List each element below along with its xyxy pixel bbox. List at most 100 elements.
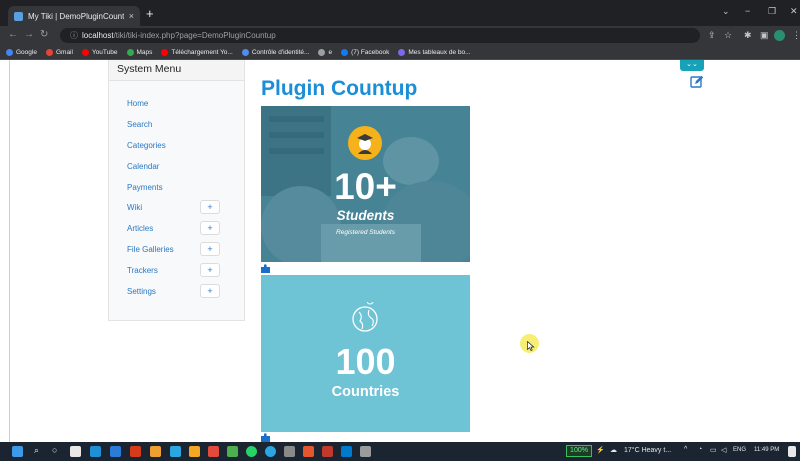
side-panel-icon[interactable]: ▣ (760, 29, 769, 41)
browser-menu-icon[interactable]: ⋮ (792, 29, 800, 41)
graduate-icon (348, 126, 382, 160)
forward-arrow-icon[interactable]: → (24, 29, 34, 41)
bookmark-controle[interactable]: Contrôle d'identité... (241, 48, 309, 56)
facebook-icon (341, 48, 349, 56)
expand-articles-button[interactable]: + (200, 221, 220, 236)
site-info-icon[interactable]: ⓘ (70, 30, 78, 41)
edge-icon[interactable] (90, 446, 101, 457)
address-bar[interactable]: ⓘ localhost/tiki/tiki-index.php?page=Dem… (60, 28, 700, 43)
menu-item-wiki[interactable]: Wiki + (109, 197, 244, 218)
plugin-puzzle-icon[interactable] (260, 433, 272, 442)
countup-card-countries: 100 Countries (261, 275, 470, 432)
students-label: Students (336, 208, 395, 223)
bookmark-youtube[interactable]: YouTube (81, 48, 118, 56)
menu-item-articles[interactable]: Articles + (109, 218, 244, 239)
expand-settings-button[interactable]: + (200, 284, 220, 299)
bookmark-e[interactable]: e (318, 48, 332, 56)
telegram-icon[interactable] (265, 446, 276, 457)
expand-file-galleries-button[interactable]: + (200, 242, 220, 257)
new-tab-button[interactable]: + (146, 7, 154, 21)
maximize-button[interactable]: ❐ (768, 6, 776, 17)
browser-tab-strip: My Tiki | DemoPluginCountup × + ⌄ − ❐ ✕ (0, 0, 800, 26)
url-path: /tiki/tiki-index.php?page=DemoPluginCoun… (113, 31, 276, 40)
store-icon[interactable] (170, 446, 181, 457)
extensions-icon[interactable]: ✱ (744, 29, 752, 41)
back-arrow-icon[interactable]: ← (8, 29, 18, 41)
network-icon[interactable]: ◔ (698, 446, 702, 453)
students-sublabel: Registered Students (336, 229, 395, 236)
bookmarks-bar: Google Gmail YouTube Maps Téléchargement… (0, 45, 800, 60)
menu-item-trackers[interactable]: Trackers + (109, 260, 244, 281)
menu-item-settings[interactable]: Settings + (109, 281, 244, 302)
vscode-icon[interactable] (341, 446, 352, 457)
bookmark-gmail[interactable]: Gmail (45, 48, 73, 56)
close-window-button[interactable]: ✕ (790, 6, 798, 17)
globe-icon (352, 302, 378, 332)
profile-avatar[interactable] (774, 30, 785, 41)
menu-item-home[interactable]: Home (109, 93, 244, 114)
menu-item-search[interactable]: Search (109, 114, 244, 135)
clickup-icon (398, 48, 406, 56)
minimize-button[interactable]: − (745, 6, 750, 16)
tiki-favicon-icon (14, 11, 23, 21)
bookmark-facebook[interactable]: (7) Facebook (341, 48, 389, 56)
battery-indicator[interactable]: 100% (566, 445, 592, 457)
app-icon[interactable] (208, 446, 219, 457)
gmail-icon (45, 48, 53, 56)
tab-search-icon[interactable]: ⌄ (722, 6, 730, 17)
bookmark-star-icon[interactable]: ☆ (724, 29, 732, 41)
file-explorer-icon[interactable] (150, 446, 161, 457)
browser-tab[interactable]: My Tiki | DemoPluginCountup × (8, 6, 140, 26)
app-icon[interactable] (303, 446, 314, 457)
whatsapp-icon[interactable] (246, 446, 257, 457)
task-view-icon[interactable] (70, 446, 81, 457)
system-menu: System Menu Home Search Categories Calen… (108, 60, 245, 321)
weather-text[interactable]: 17°C Heavy t... (624, 447, 671, 454)
display-icon[interactable]: ▭ (710, 446, 717, 454)
bookmark-tableaux[interactable]: Mes tableaux de bo... (398, 48, 471, 56)
power-icon[interactable]: ⚡ (596, 446, 605, 454)
notifications-icon[interactable] (788, 446, 796, 457)
weather-icon[interactable]: ☁ (610, 446, 617, 454)
windows-start-icon[interactable] (12, 446, 23, 457)
bookmark-google[interactable]: Google (6, 48, 37, 56)
clock[interactable]: 11:49 PM (754, 447, 779, 453)
page-actions-button[interactable]: ⌄⌄ (680, 60, 704, 71)
edit-page-icon[interactable] (690, 75, 704, 89)
menu-item-calendar[interactable]: Calendar (109, 156, 244, 177)
url-host: localhost (82, 31, 114, 40)
search-icon[interactable]: ⌕ (34, 445, 39, 456)
app-icon[interactable] (322, 446, 333, 457)
page-viewport: System Menu Home Search Categories Calen… (0, 60, 800, 442)
windows-taskbar: ⌕ ○ 100% ⚡ ☁ 17°C Heavy t... ^ ◔ ▭ ◁ ENG… (0, 442, 800, 461)
language-indicator[interactable]: ENG (733, 447, 746, 453)
office-icon[interactable] (130, 446, 141, 457)
volume-icon[interactable]: ◁ (721, 446, 726, 454)
cortana-icon[interactable]: ○ (52, 445, 57, 455)
vlc-icon[interactable] (189, 446, 200, 457)
app-icon[interactable] (284, 446, 295, 457)
expand-trackers-button[interactable]: + (200, 263, 220, 278)
youtube-icon (161, 48, 169, 56)
menu-item-file-galleries[interactable]: File Galleries + (109, 239, 244, 260)
google-icon (6, 48, 13, 56)
maps-icon (126, 48, 134, 56)
expand-wiki-button[interactable]: + (200, 200, 220, 215)
tab-title: My Tiki | DemoPluginCountup (28, 11, 124, 21)
countup-card-students: 10+ Students Registered Students (261, 106, 470, 262)
bookmark-maps[interactable]: Maps (126, 48, 152, 56)
reload-icon[interactable]: ↻ (40, 29, 48, 41)
page-left-edge (0, 60, 10, 442)
menu-item-payments[interactable]: Payments (109, 177, 244, 198)
tab-close-icon[interactable]: × (129, 11, 134, 21)
share-icon[interactable]: ⇪ (708, 29, 716, 41)
menu-item-categories[interactable]: Categories (109, 135, 244, 156)
chevron-up-icon[interactable]: ^ (684, 446, 687, 453)
bookmark-telechargement[interactable]: Téléchargement Yo... (161, 48, 233, 56)
youtube-icon (81, 48, 89, 56)
chrome-icon[interactable] (227, 446, 238, 457)
plugin-puzzle-icon[interactable] (260, 264, 272, 274)
app-icon[interactable] (360, 446, 371, 457)
mouse-pointer-icon (527, 341, 535, 351)
outlook-icon[interactable] (110, 446, 121, 457)
